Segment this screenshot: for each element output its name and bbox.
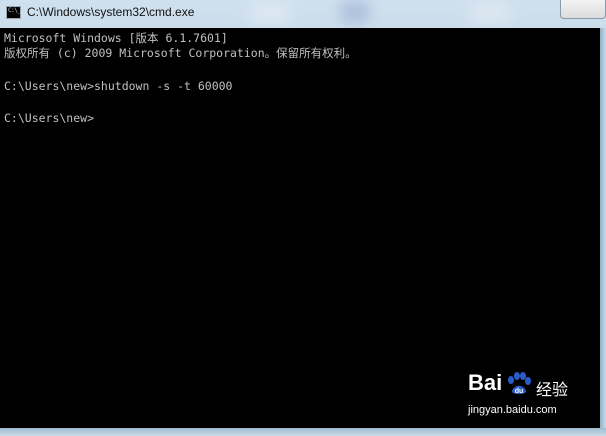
watermark-service: 经验	[536, 380, 569, 399]
console-line-prompt: C:\Users\new>	[4, 111, 95, 125]
console-line-version: Microsoft Windows [版本 6.1.7601]	[4, 31, 228, 45]
watermark-url: jingyan.baidu.com	[468, 404, 557, 416]
window-frame-right	[600, 28, 606, 436]
console-line-copyright: 版权所有 (c) 2009 Microsoft Corporation。保留所有…	[4, 46, 357, 60]
console-line-command: C:\Users\new>shutdown -s -t 60000	[4, 79, 233, 93]
cmd-app-icon[interactable]	[6, 6, 21, 19]
close-button[interactable]	[560, 0, 606, 19]
baidu-jingyan-watermark: Bai du 经验 jingyan.baidu.com	[468, 368, 578, 428]
watermark-brand: Bai	[468, 370, 503, 395]
baidu-paw-icon: du	[508, 372, 531, 395]
window-frame-bottom	[0, 428, 606, 436]
title-bar[interactable]: C:\Windows\system32\cmd.exe	[0, 0, 606, 28]
svg-text:du: du	[515, 388, 524, 395]
window-title: C:\Windows\system32\cmd.exe	[27, 5, 195, 19]
cmd-window: C:\Windows\system32\cmd.exe Microsoft Wi…	[0, 0, 606, 436]
